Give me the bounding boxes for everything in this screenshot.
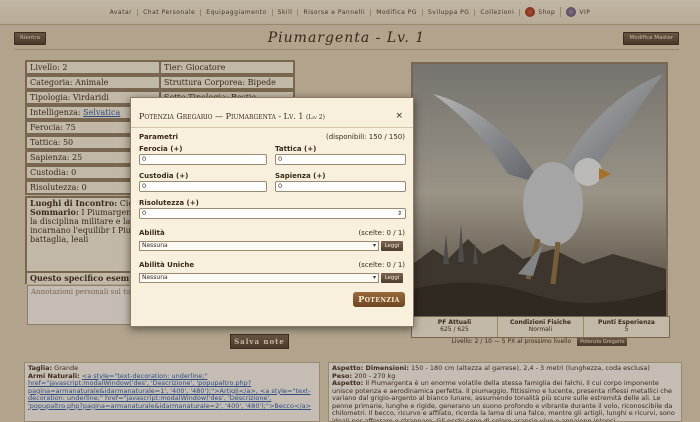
sapienza-label: Sapienza (+) — [275, 172, 326, 180]
custodia-label: Custodia (+) — [139, 172, 189, 180]
modal-title: Potenzia Gregario — Piumargenta - Lv. 1 … — [139, 112, 325, 121]
stepper-icon[interactable]: ⇕ — [397, 209, 402, 218]
close-icon[interactable]: × — [395, 111, 403, 121]
chevron-down-icon: ▾ — [372, 242, 376, 249]
tattica-input[interactable]: 0 — [275, 154, 406, 165]
abilita-uniche-leggi-button[interactable]: Leggi — [381, 273, 403, 283]
abilita-count: (scelte: 0 / 1) — [358, 229, 405, 237]
risolutezza-label: Risolutezza (+) — [139, 199, 199, 207]
abilita-label: Abilità — [139, 229, 165, 237]
abilita-uniche-label: Abilità Uniche — [139, 261, 195, 269]
abilita-uniche-select[interactable]: Nessuna ▾ — [139, 273, 379, 283]
abilita-leggi-button[interactable]: Leggi — [381, 241, 403, 251]
chevron-down-icon: ▾ — [372, 274, 376, 281]
parametri-label: Parametri — [139, 133, 179, 141]
sapienza-input[interactable]: 0 — [275, 181, 406, 192]
potenzia-modal: Potenzia Gregario — Piumargenta - Lv. 1 … — [130, 97, 414, 327]
abilita-select[interactable]: Nessuna ▾ — [139, 241, 379, 251]
disponibili-count: (disponibili: 150 / 150) — [326, 133, 405, 141]
ferocia-input[interactable]: 0 — [139, 154, 267, 165]
potenzia-button[interactable]: Potenzia — [353, 292, 405, 307]
risolutezza-input[interactable]: 0 ⇕ — [139, 208, 406, 219]
abilita-uniche-count: (scelte: 0 / 1) — [358, 261, 405, 269]
ferocia-label: Ferocia (+) — [139, 145, 183, 153]
tattica-label: Tattica (+) — [275, 145, 317, 153]
custodia-input[interactable]: 0 — [139, 181, 267, 192]
modal-divider — [131, 127, 413, 128]
